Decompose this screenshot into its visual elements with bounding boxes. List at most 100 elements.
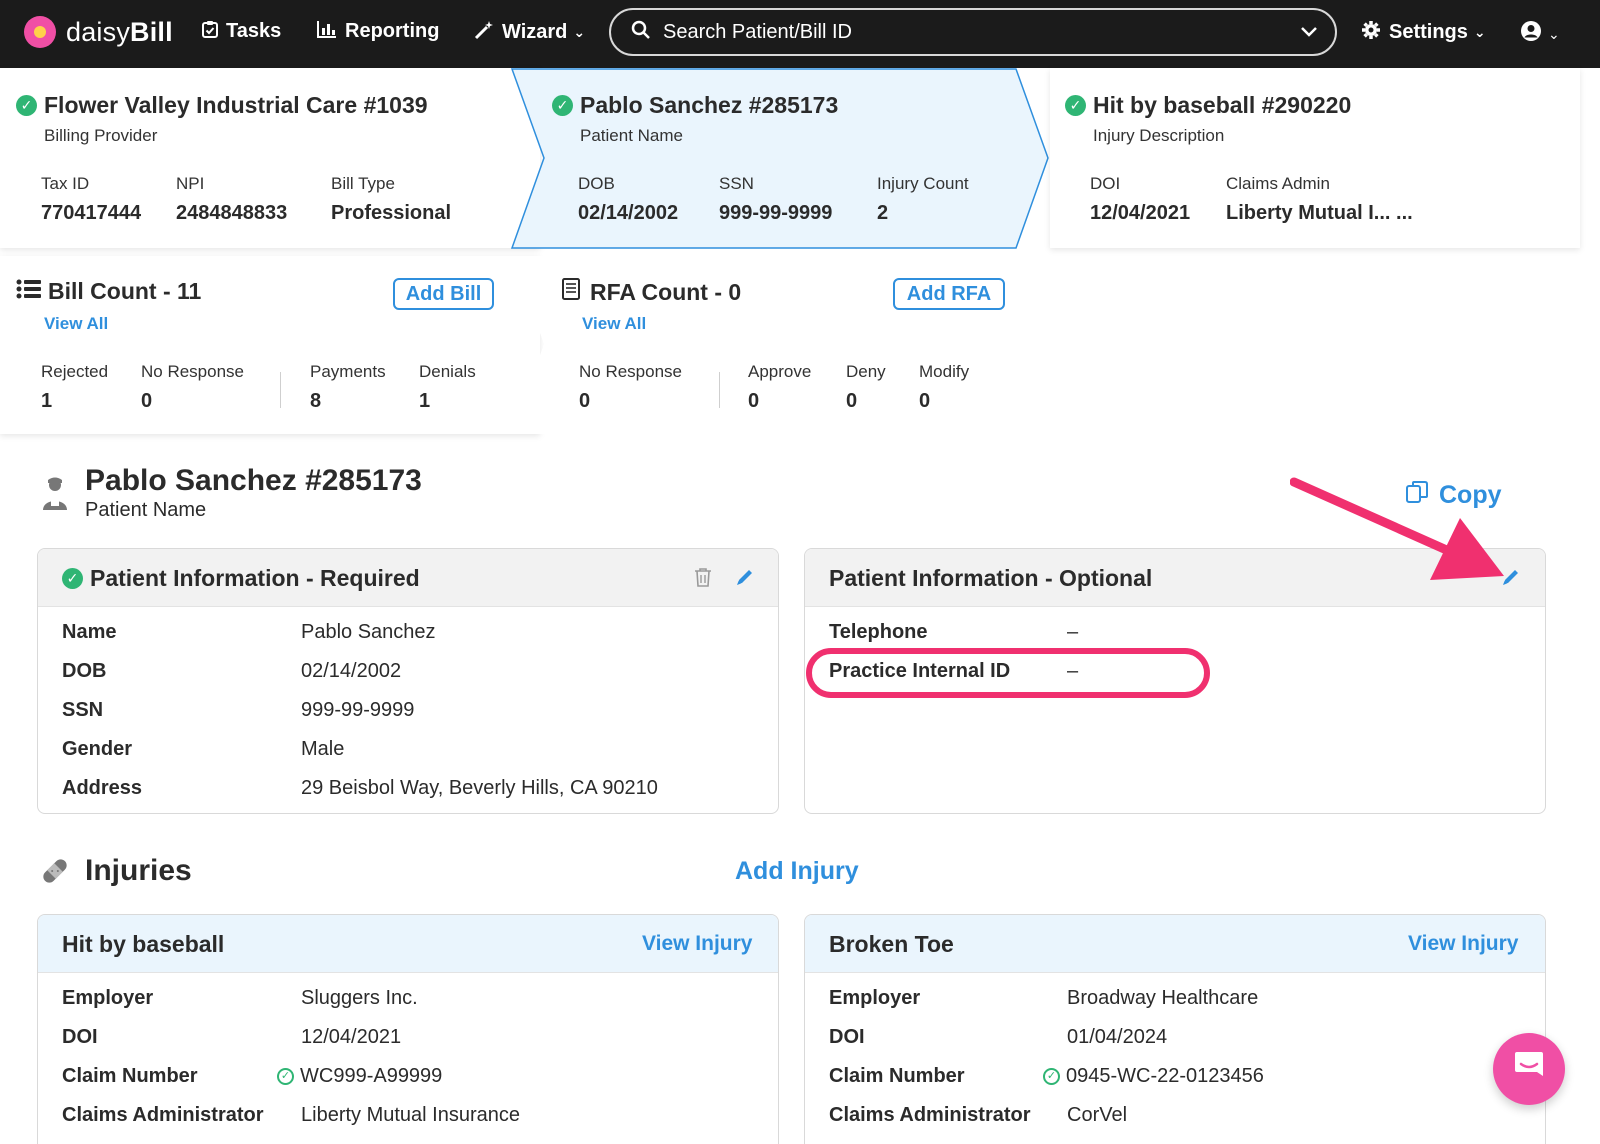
bill-type-value: Professional (331, 202, 452, 224)
tasks-icon (202, 20, 218, 43)
required-panel-title: ✓ Patient Information - Required (62, 565, 420, 592)
check-circle-icon: ✓ (552, 95, 573, 116)
tax-id-label: Tax ID (41, 174, 90, 193)
wizard-icon (474, 20, 494, 45)
patient-card-title: ✓ Pablo Sanchez #285173 (552, 92, 838, 119)
search-icon (631, 20, 651, 45)
search-bar[interactable] (609, 8, 1337, 56)
claims-admin-label: Claims Admin (1226, 174, 1330, 193)
claim-number-label: Claim Number (62, 1065, 198, 1087)
injury-summary-card[interactable]: ✓ Hit by baseball #290220 Injury Descrip… (1050, 68, 1580, 248)
claim-number-value: ✓ 0945-WC-22-0123456 (1043, 1065, 1264, 1088)
claims-administrator-value: Liberty Mutual Insurance (301, 1104, 521, 1126)
patient-summary-card[interactable]: ✓ Pablo Sanchez #285173 Patient Name DOB… (540, 68, 1010, 248)
rfa-stats-divider (719, 372, 720, 408)
claims-administrator-value: CorVel (1067, 1104, 1128, 1126)
chat-icon (1511, 1050, 1547, 1089)
injury-card-title-text: Hit by baseball #290220 (1093, 92, 1352, 118)
add-rfa-button[interactable]: Add RFA (893, 278, 1005, 310)
edit-required-pencil-icon[interactable] (735, 567, 755, 587)
injury-card-title: ✓ Hit by baseball #290220 (1065, 92, 1351, 119)
npi-value: 2484848833 (176, 202, 288, 224)
chevron-down-icon: ⌄ (1473, 24, 1486, 40)
employer-value: Broadway Healthcare (1067, 987, 1259, 1009)
bandage-icon (39, 855, 71, 892)
bill-count-title: Bill Count - 11 (16, 278, 201, 305)
doi-row-label: DOI (62, 1026, 98, 1048)
no-response-value: 0 (141, 390, 153, 412)
patient-card-title-text: Pablo Sanchez #285173 (580, 92, 839, 118)
claim-number-text: 0945-WC-22-0123456 (1066, 1065, 1264, 1087)
search-dropdown-chevron-icon[interactable] (1301, 21, 1317, 42)
deny-value: 0 (846, 390, 858, 412)
rfa-count-card: RFA Count - 0 View All Add RFA No Respon… (540, 256, 1010, 434)
nav-tasks[interactable]: Tasks (202, 20, 281, 43)
ssn-row-label: SSN (62, 699, 104, 721)
modify-label: Modify (919, 362, 970, 381)
name-label: Name (62, 621, 117, 643)
address-label: Address (62, 777, 143, 799)
doi-label: DOI (1090, 174, 1121, 193)
doi-value: 12/04/2021 (1090, 202, 1191, 224)
employer-value: Sluggers Inc. (301, 987, 418, 1009)
modify-value: 0 (919, 390, 931, 412)
nav-wizard[interactable]: Wizard ⌄ (474, 20, 585, 45)
claims-administrator-label: Claims Administrator (829, 1104, 1031, 1126)
injury-panel-broken-toe: Broken Toe View Injury Employer Broadway… (804, 914, 1546, 1144)
trash-icon[interactable] (694, 567, 712, 587)
rfa-view-all-link[interactable]: View All (582, 314, 646, 334)
check-circle-icon: ✓ (1043, 1068, 1060, 1085)
logo-text: daisyBill (66, 16, 173, 47)
gender-value: Male (301, 738, 345, 760)
person-icon (40, 476, 70, 512)
doi-row-value: 01/04/2024 (1067, 1026, 1168, 1048)
check-circle-icon: ✓ (277, 1068, 294, 1085)
dob-row-value: 02/14/2002 (301, 660, 402, 682)
injury-title: Broken Toe (829, 931, 954, 957)
add-bill-button[interactable]: Add Bill (393, 278, 494, 310)
name-value: Pablo Sanchez (301, 621, 436, 643)
pointer-arrow-annotation (1290, 477, 1504, 580)
user-menu[interactable]: ⌄ (1520, 20, 1560, 48)
dob-label: DOB (578, 174, 615, 193)
approve-value: 0 (748, 390, 760, 412)
telephone-label: Telephone (829, 621, 928, 643)
rfa-no-response-label: No Response (579, 362, 683, 381)
injury-count-label: Injury Count (877, 174, 969, 193)
doi-row-value: 12/04/2021 (301, 1026, 402, 1048)
injury-card-subtitle: Injury Description (1093, 126, 1225, 145)
check-circle-icon: ✓ (1065, 95, 1086, 116)
search-input[interactable] (663, 20, 1263, 44)
rfa-no-response-value: 0 (579, 390, 591, 412)
injury-panel-header: Broken Toe View Injury (805, 915, 1545, 973)
add-injury-link[interactable]: Add Injury (735, 857, 859, 886)
user-circle-icon (1520, 20, 1542, 48)
telephone-value: – (1067, 621, 1079, 643)
list-icon (16, 278, 42, 305)
claim-number-text: WC999-A99999 (300, 1065, 443, 1087)
nav-settings[interactable]: Settings ⌄ (1361, 20, 1486, 45)
dob-row-label: DOB (62, 660, 107, 682)
view-injury-link[interactable]: View Injury (1408, 932, 1519, 956)
patient-page-subtitle: Patient Name (85, 499, 207, 521)
brand-logo[interactable]: daisyBill (24, 16, 173, 48)
npi-label: NPI (176, 174, 205, 193)
dob-value: 02/14/2002 (578, 202, 679, 224)
chevron-down-icon: ⌄ (573, 24, 586, 40)
patient-page-title: Pablo Sanchez #285173 (85, 464, 422, 497)
ssn-row-value: 999-99-9999 (301, 699, 415, 721)
denials-label: Denials (419, 362, 476, 381)
employer-label: Employer (62, 987, 154, 1009)
optional-panel-title-text: Patient Information - Optional (829, 565, 1153, 591)
nav-reporting[interactable]: Reporting (317, 20, 439, 43)
provider-title-text: Flower Valley Industrial Care #1039 (44, 92, 428, 118)
injury-count-value: 2 (877, 202, 889, 224)
bills-view-all-link[interactable]: View All (44, 314, 108, 334)
approve-label: Approve (748, 362, 812, 381)
nav-wizard-label: Wizard (502, 21, 568, 43)
ssn-value: 999-99-9999 (719, 202, 833, 224)
billing-provider-card[interactable]: ✓ Flower Valley Industrial Care #1039 Bi… (0, 68, 540, 248)
chat-support-button[interactable] (1493, 1033, 1565, 1105)
view-injury-link[interactable]: View Injury (642, 932, 753, 956)
practice-id-highlight-annotation (806, 648, 1210, 698)
